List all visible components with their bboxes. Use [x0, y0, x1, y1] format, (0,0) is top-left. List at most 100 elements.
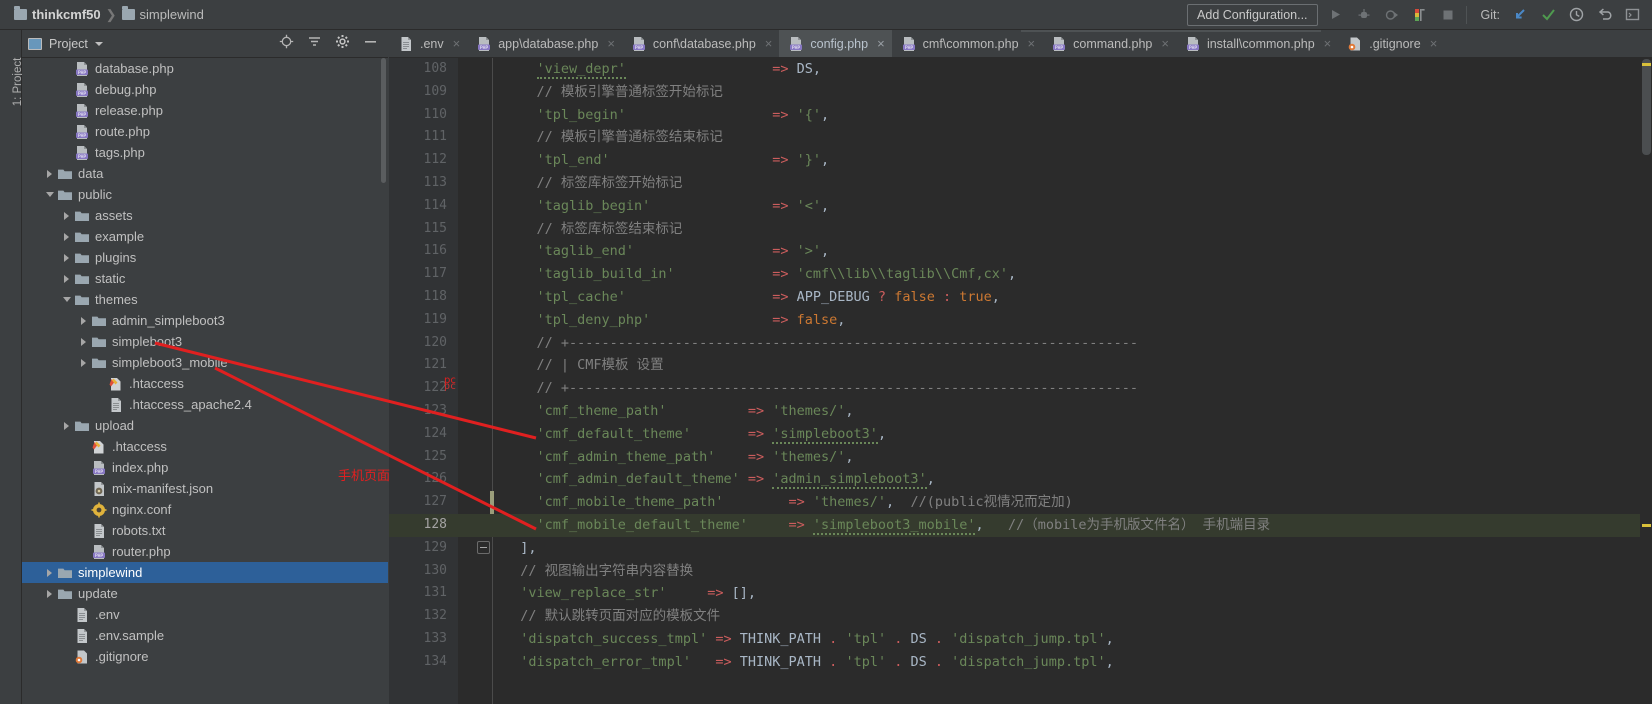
chevron-down-icon[interactable]: [44, 189, 55, 200]
tree-item[interactable]: plugins: [22, 247, 388, 268]
close-icon[interactable]: ×: [607, 36, 615, 51]
code-line[interactable]: 121 // | CMF模板 设置: [389, 354, 1652, 377]
warning-marker[interactable]: [1642, 63, 1651, 66]
locate-icon[interactable]: [279, 34, 294, 54]
code-line[interactable]: 131 'view_replace_str' => [],: [389, 582, 1652, 605]
coverage-icon[interactable]: [1382, 5, 1402, 25]
tree-item[interactable]: .htaccess_apache2.4: [22, 394, 388, 415]
code-line[interactable]: 134 'dispatch_error_tmpl' => THINK_PATH …: [389, 651, 1652, 674]
git-history-icon[interactable]: [1566, 5, 1586, 25]
breadcrumb-item-simplewind[interactable]: simplewind: [121, 6, 204, 22]
tree-item[interactable]: PHP index.php: [22, 457, 388, 478]
editor-tab--gitignore[interactable]: .gitignore ×: [1338, 30, 1444, 57]
tree-item[interactable]: assets: [22, 205, 388, 226]
chevron-right-icon[interactable]: [78, 357, 89, 368]
chevron-down-icon[interactable]: [61, 294, 72, 305]
close-icon[interactable]: ×: [877, 36, 885, 51]
chevron-right-icon[interactable]: [61, 231, 72, 242]
tree-item[interactable]: public: [22, 184, 388, 205]
chevron-right-icon[interactable]: [61, 252, 72, 263]
code-line[interactable]: 127 'cmf_mobile_theme_path' => 'themes/'…: [389, 491, 1652, 514]
code-line[interactable]: 119 'tpl_deny_php' => false,: [389, 309, 1652, 332]
editor-tab-app-database-php[interactable]: PHP app\database.php ×: [467, 30, 622, 57]
tree-item[interactable]: update: [22, 583, 388, 604]
collapse-all-icon[interactable]: [307, 34, 322, 54]
tree-item[interactable]: .env.sample: [22, 625, 388, 646]
close-icon[interactable]: ×: [453, 36, 461, 51]
code-line[interactable]: 109 // 模板引擎普通标签开始标记: [389, 81, 1652, 104]
tree-item[interactable]: .htaccess: [22, 436, 388, 457]
chevron-right-icon[interactable]: [78, 336, 89, 347]
gear-icon[interactable]: [335, 34, 350, 54]
warning-marker[interactable]: [1642, 524, 1651, 527]
tree-item[interactable]: nginx.conf: [22, 499, 388, 520]
chevron-right-icon[interactable]: [61, 210, 72, 221]
tree-item-selected[interactable]: simplewind: [22, 562, 388, 583]
editor-tab-command-php[interactable]: PHP command.php ×: [1042, 30, 1176, 57]
git-revert-icon[interactable]: [1594, 5, 1614, 25]
tree-scrollbar-thumb[interactable]: [381, 58, 386, 183]
editor-scrollbar-thumb[interactable]: [1642, 59, 1651, 155]
code-line[interactable]: 124 'cmf_default_theme' => 'simpleboot3'…: [389, 423, 1652, 446]
code-line[interactable]: 111 // 模板引擎普通标签结束标记: [389, 126, 1652, 149]
code-line[interactable]: 125 'cmf_admin_theme_path' => 'themes/',: [389, 446, 1652, 469]
code-line[interactable]: 128 'cmf_mobile_default_theme' => 'simpl…: [389, 513, 1652, 537]
editor-tab--env[interactable]: .env ×: [389, 30, 467, 57]
code-line[interactable]: 114 'taglib_begin' => '<',: [389, 195, 1652, 218]
tree-item[interactable]: robots.txt: [22, 520, 388, 541]
tree-item[interactable]: example: [22, 226, 388, 247]
tree-item[interactable]: PHP release.php: [22, 100, 388, 121]
tree-item[interactable]: .env: [22, 604, 388, 625]
tree-item[interactable]: themes: [22, 289, 388, 310]
tree-item[interactable]: admin_simpleboot3: [22, 310, 388, 331]
close-icon[interactable]: ×: [1161, 36, 1169, 51]
chevron-right-icon[interactable]: [44, 168, 55, 179]
code-line[interactable]: 113 // 标签库标签开始标记: [389, 172, 1652, 195]
tree-item[interactable]: static: [22, 268, 388, 289]
close-icon[interactable]: ×: [1430, 36, 1438, 51]
code-line[interactable]: 110 'tpl_begin' => '{',: [389, 104, 1652, 127]
tree-item[interactable]: simpleboot3_mobile: [22, 352, 388, 373]
search-everywhere-icon[interactable]: [1622, 5, 1642, 25]
run-icon[interactable]: [1326, 5, 1346, 25]
hide-icon[interactable]: [363, 34, 378, 54]
git-commit-icon[interactable]: [1538, 5, 1558, 25]
breadcrumb-item-project[interactable]: thinkcmf50: [14, 6, 101, 22]
tree-item[interactable]: .htaccess: [22, 373, 388, 394]
project-file-tree[interactable]: PHP database.php PHP debug.php PHP release.ph…: [22, 58, 388, 704]
chevron-down-icon[interactable]: [94, 41, 103, 46]
chevron-right-icon[interactable]: [61, 273, 72, 284]
code-line[interactable]: 108 'view_depr' => DS,: [389, 58, 1652, 81]
code-line[interactable]: 130 // 视图输出字符串内容替换: [389, 560, 1652, 583]
chevron-right-icon[interactable]: [44, 567, 55, 578]
stop-icon[interactable]: [1438, 5, 1458, 25]
tree-item[interactable]: data: [22, 163, 388, 184]
close-icon[interactable]: ×: [765, 36, 773, 51]
chevron-right-icon[interactable]: [44, 588, 55, 599]
tree-item[interactable]: upload: [22, 415, 388, 436]
tree-item[interactable]: PHP database.php: [22, 58, 388, 79]
editor-tab-install-common-php[interactable]: PHP install\common.php ×: [1176, 30, 1338, 57]
tree-item[interactable]: PHP router.php: [22, 541, 388, 562]
editor-vertical-scrollbar[interactable]: [1640, 58, 1652, 704]
code-line[interactable]: 116 'taglib_end' => '>',: [389, 240, 1652, 263]
debug-icon[interactable]: [1354, 5, 1374, 25]
code-line[interactable]: 118 'tpl_cache' => APP_DEBUG ? false : t…: [389, 286, 1652, 309]
tree-item[interactable]: simpleboot3: [22, 331, 388, 352]
code-editor[interactable]: 108 'view_depr' => DS, 109 // 模板引擎普通标签开始标…: [389, 58, 1652, 704]
close-icon[interactable]: ×: [1028, 36, 1036, 51]
tree-item[interactable]: mix-manifest.json: [22, 478, 388, 499]
tree-item[interactable]: .gitignore: [22, 646, 388, 667]
editor-tab-config-php[interactable]: PHP config.php ×: [779, 30, 892, 57]
code-line[interactable]: 122 // +--------------------------------…: [389, 377, 1652, 400]
git-update-icon[interactable]: [1510, 5, 1530, 25]
chevron-right-icon[interactable]: [78, 315, 89, 326]
add-configuration-button[interactable]: Add Configuration...: [1187, 3, 1318, 26]
tree-item[interactable]: PHP route.php: [22, 121, 388, 142]
editor-tab-bar[interactable]: .env × PHP app\database.php × PHP conf\databas…: [389, 30, 1652, 58]
editor-tab-conf-database-php[interactable]: PHP conf\database.php ×: [622, 30, 779, 57]
code-line[interactable]: 112 'tpl_end' => '}',: [389, 149, 1652, 172]
chevron-right-icon[interactable]: [61, 420, 72, 431]
close-icon[interactable]: ×: [1324, 36, 1332, 51]
code-line[interactable]: 133 'dispatch_success_tmpl' => THINK_PAT…: [389, 628, 1652, 651]
